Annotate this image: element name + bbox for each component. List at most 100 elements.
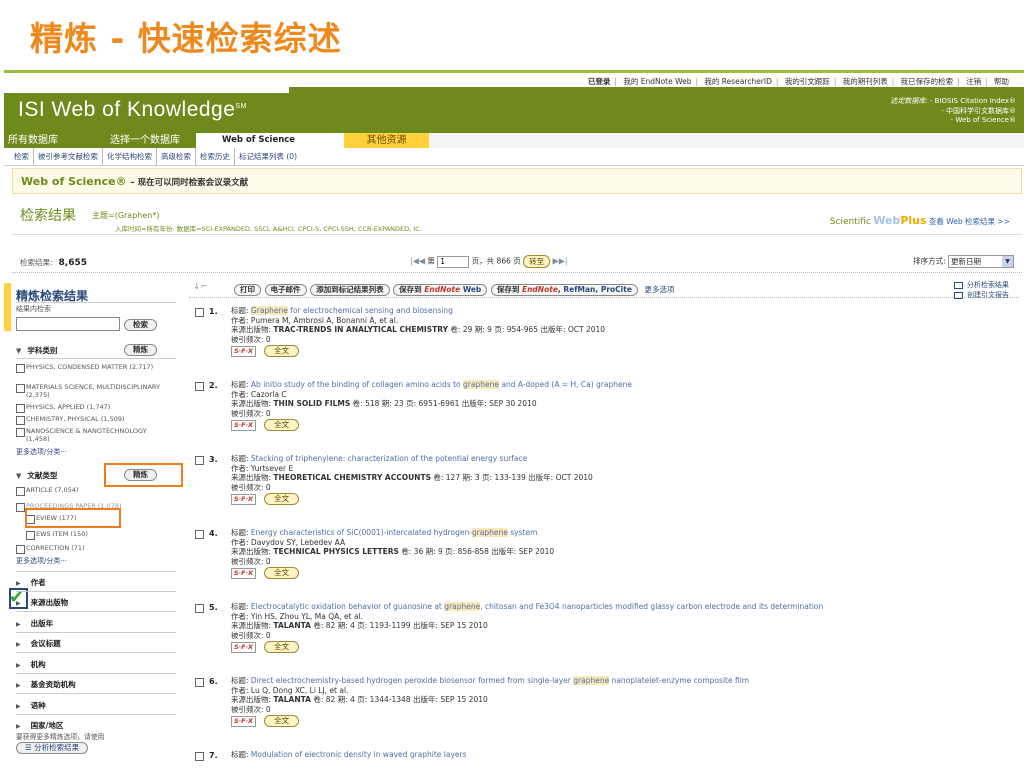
fulltext-button[interactable]: 全文 bbox=[264, 419, 300, 431]
filter-conference[interactable]: ▶ 会议标题 bbox=[16, 638, 61, 649]
subject-option[interactable]: CHEMISTRY, PHYSICAL (1,509) bbox=[16, 415, 166, 425]
tab-web-of-science[interactable]: Web of Science bbox=[196, 133, 344, 148]
record-checkbox[interactable] bbox=[195, 530, 204, 539]
doctype-option[interactable]: EWS ITEM (150) bbox=[26, 530, 176, 540]
subnav-search[interactable]: 检索 bbox=[4, 148, 34, 166]
subnav-structure[interactable]: 化学结构检索 bbox=[103, 148, 157, 166]
citation-report-link[interactable]: 创建引文报告 bbox=[954, 290, 1009, 300]
record-cited: 0 bbox=[265, 482, 271, 492]
email-button[interactable]: 电子邮件 bbox=[264, 284, 307, 296]
record-title[interactable]: Ab initio study of the binding of collag… bbox=[251, 380, 632, 389]
tab-other-resources[interactable]: 其他资源 bbox=[344, 133, 429, 148]
subject-more-link[interactable]: 更多选项/分类··· bbox=[16, 447, 67, 457]
title-label: 标题: bbox=[231, 676, 249, 685]
record-title[interactable]: Direct electrochemistry-based hydrogen p… bbox=[251, 676, 749, 685]
filter-year[interactable]: ▶ 出版年 bbox=[16, 618, 53, 629]
fulltext-button[interactable]: 全文 bbox=[264, 567, 300, 579]
saved-searches-link[interactable]: 我已保存的检索 bbox=[901, 77, 954, 86]
goto-button[interactable]: 转至 bbox=[523, 255, 551, 268]
journal-list-link[interactable]: 我的期刊列表 bbox=[843, 77, 888, 86]
tab-select-database[interactable]: 选择一个数据库 bbox=[96, 133, 196, 148]
help-link[interactable]: 帮助 bbox=[994, 77, 1009, 86]
subnav-history[interactable]: 检索历史 bbox=[196, 148, 235, 166]
analyze-link[interactable]: 分析检索结果 bbox=[954, 280, 1009, 290]
subject-option[interactable]: PHYSICS, APPLIED (1,747) bbox=[16, 403, 166, 413]
database-tabs: 所有数据库 选择一个数据库 Web of Science 其他资源 bbox=[4, 133, 1024, 148]
triangle-right-icon: ▶ bbox=[16, 703, 21, 710]
record-checkbox[interactable] bbox=[195, 382, 204, 391]
doctype-option[interactable]: ARTICLE (7,054) bbox=[16, 486, 166, 496]
record-checkbox[interactable] bbox=[195, 678, 204, 687]
isi-logo[interactable]: ISI Web of KnowledgeSM bbox=[18, 98, 247, 122]
subject-option[interactable]: PHYSICS, CONDENSED MATTER (2,717) bbox=[16, 363, 166, 373]
next-last-icon[interactable]: ▶▶| bbox=[553, 257, 568, 266]
search-within-input[interactable] bbox=[16, 317, 120, 331]
endnote-web-link[interactable]: 我的 EndNote Web bbox=[623, 77, 691, 86]
record-authors: Cazorla C bbox=[250, 389, 287, 399]
sfx-button[interactable]: S·F·X bbox=[231, 642, 257, 653]
webplus-link[interactable]: Scientific WebPlus 查看 Web 检索结果 >> bbox=[830, 214, 1010, 227]
save-endnote-web-button[interactable]: 保存到 EndNote Web bbox=[393, 284, 488, 296]
record-checkbox[interactable] bbox=[195, 456, 204, 465]
record-title[interactable]: Modulation of electronic density in wave… bbox=[251, 750, 467, 759]
record-checkbox[interactable] bbox=[195, 604, 204, 613]
doctype-more-link[interactable]: 更多选项/分类··· bbox=[16, 556, 67, 566]
record-checkbox[interactable] bbox=[195, 752, 204, 761]
subnav-cited-ref[interactable]: 被引参考文献检索 bbox=[34, 148, 103, 166]
subnav-advanced[interactable]: 高级检索 bbox=[157, 148, 196, 166]
citation-alerts-link[interactable]: 我的引文跟踪 bbox=[785, 77, 830, 86]
subject-refine-button[interactable]: 精炼 bbox=[124, 344, 157, 356]
fulltext-button[interactable]: 全文 bbox=[264, 715, 300, 727]
logout-link[interactable]: 注销 bbox=[966, 77, 981, 86]
triangle-right-icon: ▶ bbox=[16, 580, 21, 587]
filter-author[interactable]: ▶ 作者 bbox=[16, 577, 46, 588]
record-source: TALANTA bbox=[273, 695, 311, 704]
record-checkbox[interactable] bbox=[195, 308, 204, 317]
record-cited: 0 bbox=[265, 334, 271, 344]
save-endnote-refman-button[interactable]: 保存到 EndNote, RefMan, ProCite bbox=[490, 284, 638, 296]
sfx-button[interactable]: S·F·X bbox=[231, 716, 257, 727]
record-authors: Pumera M, Ambrosi A, Bonanni A, et al. bbox=[250, 315, 399, 325]
doctype-option[interactable]: CORRECTION (71) bbox=[16, 544, 166, 554]
record-title[interactable]: Stacking of triphenylene: characterizati… bbox=[251, 454, 527, 463]
sfx-button[interactable]: S·F·X bbox=[231, 346, 257, 357]
subject-option[interactable]: NANOSCIENCE & NANOTECHNOLOGY (1,458) bbox=[16, 427, 166, 443]
triangle-right-icon: ▶ bbox=[16, 723, 21, 730]
subnav-marked-list[interactable]: 标记结果列表 (0) bbox=[235, 148, 301, 166]
logged-in-link[interactable]: 已登录 bbox=[588, 77, 611, 86]
triangle-right-icon: ▶ bbox=[16, 621, 21, 628]
filter-funding[interactable]: ▶ 基金资助机构 bbox=[16, 679, 76, 690]
tab-all-databases[interactable]: 所有数据库 bbox=[4, 133, 96, 148]
add-marked-button[interactable]: 添加到标记结果列表 bbox=[310, 284, 390, 296]
fulltext-button[interactable]: 全文 bbox=[264, 493, 300, 505]
filter-source[interactable]: ▶ 来源出版物 bbox=[16, 597, 68, 608]
analyze-results-button[interactable]: ☰ 分析检索结果 bbox=[16, 742, 89, 754]
fulltext-button[interactable]: 全文 bbox=[264, 641, 300, 653]
page-input[interactable] bbox=[437, 255, 470, 268]
sort-select[interactable]: 更新日期 ▼ bbox=[948, 255, 1014, 268]
subject-option[interactable]: MATERIALS SCIENCE, MULTIDISCIPLINARY (2,… bbox=[16, 383, 166, 399]
triangle-right-icon: ▶ bbox=[16, 641, 21, 648]
record-number: 6. bbox=[209, 677, 218, 686]
highlight-review-box bbox=[25, 508, 121, 528]
slide-title: 精炼 - 快速检索综述 bbox=[30, 19, 342, 58]
more-options-link[interactable]: 更多选项 bbox=[644, 285, 674, 294]
first-prev-icon[interactable]: |◀◀ bbox=[410, 257, 425, 266]
sfx-button[interactable]: S·F·X bbox=[231, 568, 257, 579]
print-button[interactable]: 打印 bbox=[234, 284, 261, 296]
filter-organization[interactable]: ▶ 机构 bbox=[16, 659, 46, 670]
record-title[interactable]: Energy characteristics of SiC(0001)-inte… bbox=[251, 528, 537, 537]
researcherid-link[interactable]: 我的 ResearcherID bbox=[704, 77, 771, 86]
sfx-button[interactable]: S·F·X bbox=[231, 420, 257, 431]
search-within-button[interactable]: 检索 bbox=[124, 319, 157, 331]
record-title[interactable]: Electrocatalytic oxidation behavior of g… bbox=[251, 602, 823, 611]
filter-country[interactable]: ▶ 国家/地区 bbox=[16, 720, 63, 731]
filter-language[interactable]: ▶ 语种 bbox=[16, 700, 46, 711]
browser-screenshot: 已登录 | 我的 EndNote Web | 我的 ResearcherID | 我的… bbox=[4, 70, 1024, 768]
sfx-button[interactable]: S·F·X bbox=[231, 494, 257, 505]
doctype-header[interactable]: ▼ 文献类型 bbox=[16, 470, 57, 481]
subject-category-header[interactable]: ▼ 学科类别 bbox=[16, 345, 57, 356]
record-title[interactable]: Graphene for electrochemical sensing and… bbox=[250, 306, 453, 315]
fulltext-button[interactable]: 全文 bbox=[264, 345, 300, 357]
record-number: 2. bbox=[209, 381, 218, 390]
